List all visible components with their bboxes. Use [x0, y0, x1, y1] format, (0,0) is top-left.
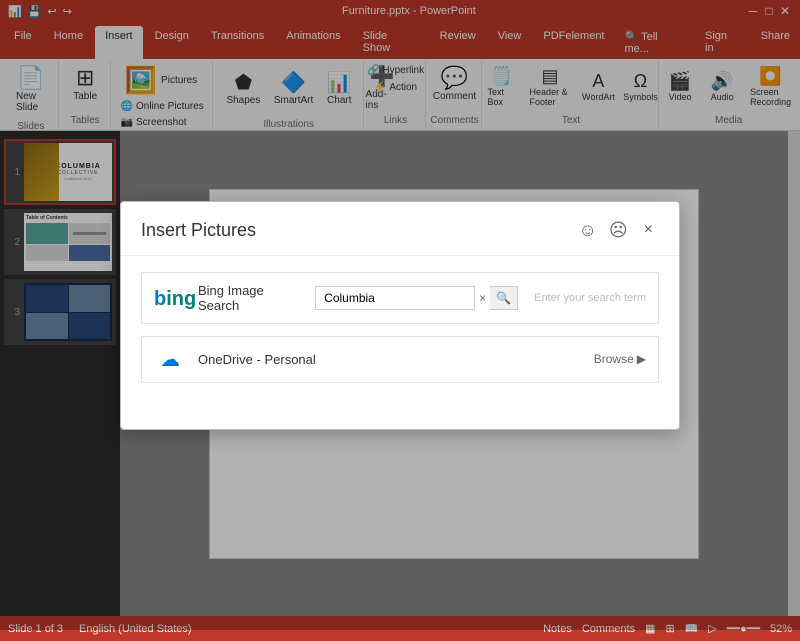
insert-pictures-dialog: Insert Pictures ☺ ☹ × bing Bing Image Se… — [120, 201, 680, 430]
dialog-overlay: Insert Pictures ☺ ☹ × bing Bing Image Se… — [0, 0, 800, 630]
dialog-footer — [121, 399, 679, 429]
bing-icon: bing — [154, 284, 186, 312]
dialog-close-btn[interactable]: × — [638, 219, 659, 241]
dialog-title: Insert Pictures — [141, 220, 256, 241]
search-hint: Enter your search term — [534, 292, 646, 304]
onedrive-row: ☁ OneDrive - Personal Browse ▶ — [141, 336, 659, 383]
onedrive-browse-btn[interactable]: Browse ▶ — [594, 352, 646, 366]
dialog-body: bing Bing Image Search × 🔍 Enter your se… — [121, 256, 679, 399]
dialog-header-icons: ☺ ☹ × — [577, 218, 660, 243]
onedrive-label: OneDrive - Personal — [198, 352, 582, 367]
bing-label: Bing Image Search — [198, 283, 303, 313]
search-submit-btn[interactable]: 🔍 — [490, 286, 518, 310]
dialog-frown-btn[interactable]: ☹ — [607, 218, 630, 243]
onedrive-icon: ☁ — [154, 347, 186, 372]
bing-search-row: bing Bing Image Search × 🔍 Enter your se… — [141, 272, 659, 324]
dialog-header: Insert Pictures ☺ ☹ × — [121, 202, 679, 256]
dialog-smile-btn[interactable]: ☺ — [577, 218, 599, 243]
browse-arrow-icon: ▶ — [637, 352, 646, 366]
bing-search-field[interactable] — [315, 286, 475, 310]
search-clear-btn[interactable]: × — [479, 291, 486, 305]
bing-search-input-group: × 🔍 — [315, 286, 518, 310]
